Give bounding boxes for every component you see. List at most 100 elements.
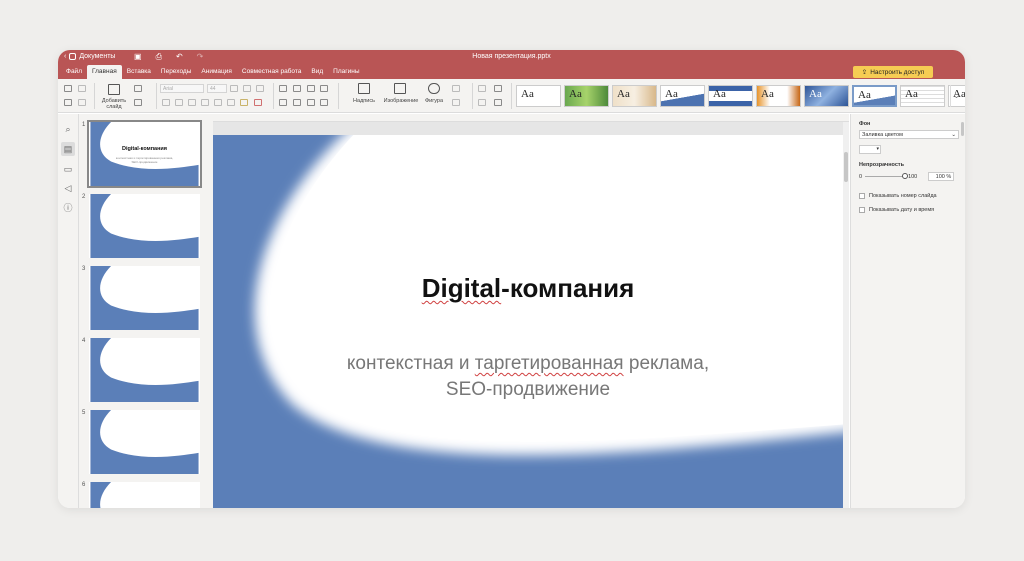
- slide-subtitle-line2: SEO-продвижение: [445, 379, 611, 400]
- underline-icon[interactable]: [188, 99, 196, 106]
- align-shapes-icon[interactable]: [452, 99, 460, 106]
- tab-file[interactable]: Файл: [61, 65, 87, 79]
- panel-scrollbar[interactable]: [961, 122, 964, 136]
- clear-style-icon[interactable]: [478, 85, 486, 92]
- slide-thumbnail[interactable]: Digital-компания контекстная и таргетиро…: [87, 120, 202, 188]
- theme-blue-grid[interactable]: Aa: [804, 85, 849, 107]
- theme-gallery: Aa Aa Aa Aa Aa Aa Aa Aa Aa Aa: [516, 85, 965, 107]
- highlight-icon[interactable]: [240, 99, 248, 106]
- show-date-time-checkbox[interactable]: [859, 207, 865, 213]
- info-icon[interactable]: ⓘ: [61, 201, 75, 215]
- indent-decrease-icon[interactable]: [307, 85, 315, 92]
- show-slide-number-checkbox[interactable]: [859, 193, 865, 199]
- tab-home[interactable]: Главная: [86, 65, 122, 79]
- current-slide[interactable]: Digital-компания контекстная и таргетиро…: [213, 135, 843, 508]
- theme-sample: Aa: [713, 88, 726, 100]
- slide-title[interactable]: Digital-компания: [313, 273, 743, 304]
- superscript-icon[interactable]: [214, 99, 222, 106]
- tab-collaboration[interactable]: Совместная работа: [237, 65, 306, 79]
- background-color-picker[interactable]: ▾: [859, 145, 881, 154]
- thumb-number: 1: [82, 122, 86, 128]
- italic-icon[interactable]: [175, 99, 183, 106]
- opacity-input[interactable]: 100 %: [928, 172, 955, 181]
- announce-icon[interactable]: ◁: [61, 181, 75, 195]
- scroll-thumb[interactable]: [844, 152, 848, 182]
- shape-label[interactable]: Фигура: [420, 98, 448, 104]
- vertical-scrollbar[interactable]: [843, 122, 849, 508]
- arrange-icon[interactable]: [452, 85, 460, 92]
- theme-orange[interactable]: Aa: [756, 85, 801, 107]
- text-box-icon[interactable]: [358, 83, 370, 94]
- bold-icon[interactable]: [162, 99, 170, 106]
- theme-green[interactable]: Aa: [564, 85, 609, 107]
- bullet-list-icon[interactable]: [279, 85, 287, 92]
- fill-type-select[interactable]: Заливка цветом ⌄: [859, 130, 959, 139]
- slide-thumbnail[interactable]: [89, 194, 200, 258]
- tab-insert[interactable]: Вставка: [122, 65, 156, 79]
- slide-subtitle[interactable]: контекстная и таргетированная реклама, S…: [283, 351, 773, 403]
- change-case-icon[interactable]: [256, 85, 264, 92]
- app-window: ‹ Документы ▣ ⎙ ↶ ↷ Новая презентация.pp…: [58, 50, 965, 508]
- copy-icon[interactable]: [64, 85, 72, 92]
- show-date-time-option[interactable]: Показывать дату и время: [859, 207, 957, 213]
- strikethrough-icon[interactable]: [201, 99, 209, 106]
- indent-increase-icon[interactable]: [320, 85, 328, 92]
- theme-sample: Aa: [665, 88, 678, 100]
- chevron-down-icon[interactable]: ⌄: [950, 85, 962, 107]
- slider-max: 100: [908, 173, 918, 180]
- share-button[interactable]: ⇪ Настроить доступ: [853, 66, 933, 78]
- font-size-select[interactable]: 44: [207, 84, 227, 93]
- vertical-align-icon[interactable]: [293, 99, 301, 106]
- slide-thumbnail[interactable]: [89, 482, 200, 508]
- shape-icon[interactable]: [428, 83, 440, 94]
- font-shrink-icon[interactable]: [243, 85, 251, 92]
- opacity-slider[interactable]: [865, 173, 909, 179]
- tab-transitions[interactable]: Переходы: [156, 65, 197, 79]
- tab-view[interactable]: Вид: [306, 65, 328, 79]
- image-icon[interactable]: [394, 83, 406, 94]
- theme-wave[interactable]: Aa: [660, 85, 705, 107]
- theme-selected[interactable]: Aa: [852, 85, 897, 107]
- copy-style-icon[interactable]: [494, 85, 502, 92]
- align-text-icon[interactable]: [279, 99, 287, 106]
- font-name-select[interactable]: Arial: [160, 84, 204, 93]
- show-slide-number-option[interactable]: Показывать номер слайда: [859, 193, 957, 199]
- image-label[interactable]: Изображение: [380, 98, 422, 104]
- theme-gray-lines[interactable]: Aa: [900, 85, 945, 107]
- layout-icon[interactable]: [134, 85, 142, 92]
- chevron-down-icon: ⌄: [951, 132, 956, 138]
- thumb-number: 2: [82, 194, 86, 200]
- tab-animation[interactable]: Анимация: [196, 65, 237, 79]
- theme-blank[interactable]: Aa: [516, 85, 561, 107]
- add-slide-icon[interactable]: [108, 84, 120, 95]
- slide-size-icon[interactable]: [134, 99, 142, 106]
- cut-icon[interactable]: [78, 85, 86, 92]
- line-spacing-icon[interactable]: [307, 99, 315, 106]
- add-slide-label[interactable]: Добавить слайд: [98, 98, 130, 110]
- slide-thumbnail[interactable]: [89, 338, 200, 402]
- share-icon: ⇪: [861, 69, 868, 76]
- paste-icon[interactable]: [64, 99, 72, 106]
- replace-icon[interactable]: [478, 99, 486, 106]
- tab-plugins[interactable]: Плагины: [328, 65, 364, 79]
- comments-icon[interactable]: ▭: [61, 162, 75, 176]
- slide-thumbnail[interactable]: [89, 410, 200, 474]
- font-grow-icon[interactable]: [230, 85, 238, 92]
- columns-icon[interactable]: [320, 99, 328, 106]
- format-painter-icon[interactable]: [78, 99, 86, 106]
- text-box-label[interactable]: Надпись: [348, 98, 380, 104]
- font-color-icon[interactable]: [254, 99, 262, 106]
- divider: [472, 83, 473, 109]
- divider: [338, 83, 339, 109]
- slide-canvas-area: Digital-компания контекстная и таргетиро…: [213, 114, 849, 508]
- table-icon[interactable]: [494, 99, 502, 106]
- theme-beige[interactable]: Aa: [612, 85, 657, 107]
- subtitle-text-c: реклама,: [623, 353, 710, 374]
- slide-thumbnail[interactable]: [89, 266, 200, 330]
- subscript-icon[interactable]: [227, 99, 235, 106]
- numbered-list-icon[interactable]: [293, 85, 301, 92]
- theme-sky[interactable]: Aa: [708, 85, 753, 107]
- slides-icon[interactable]: ▤: [61, 142, 75, 156]
- thumb-title: Digital-компания: [122, 146, 167, 152]
- search-icon[interactable]: ⌕: [61, 122, 75, 136]
